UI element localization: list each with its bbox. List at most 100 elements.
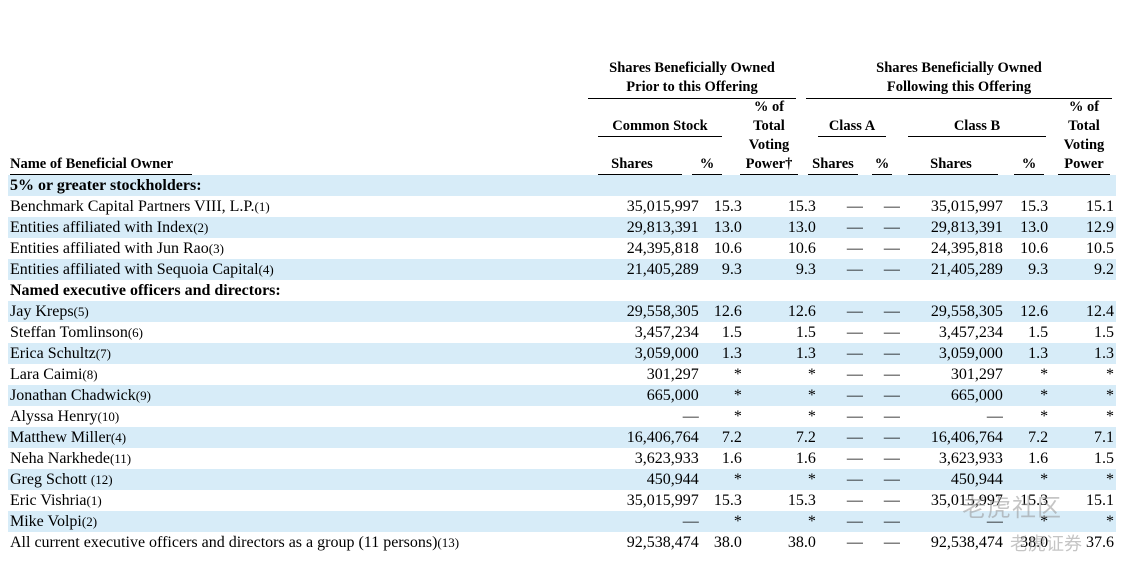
- section-heading: 5% or greater stockholders:: [8, 175, 611, 196]
- cell-class-a-pct: —: [883, 492, 900, 509]
- cell-class-a-shares: —: [832, 301, 878, 322]
- cell-class-a-pct: —: [877, 217, 907, 238]
- watermark-securities: 老虎证券: [1010, 534, 1082, 555]
- section-row: Named executive officers and directors:: [8, 280, 1116, 301]
- underline-class-a: [818, 136, 886, 137]
- cell-gap: [817, 511, 833, 532]
- cell-voting-power-following: 9.2: [1050, 259, 1116, 280]
- table-row: Steffan Tomlinson(6) 3,457,234 1.5 1.5 — — 3,4…: [8, 322, 1116, 343]
- footnote-ref: (4): [110, 430, 127, 445]
- table-row: Jay Kreps(5) 29,558,305 12.6 12.6— —29,558,3…: [8, 301, 1116, 322]
- cell-gap: [818, 280, 832, 301]
- cell-shares-prior: 3,623,933: [634, 450, 699, 467]
- beneficial-ownership-table: 5% or greater stockholders: Benchmark Cap…: [8, 175, 1116, 553]
- cell-shares-prior: 24,395,818: [626, 240, 699, 257]
- cell-gap: [906, 175, 917, 196]
- cell-class-b-shares: 35,015,997: [930, 198, 1003, 215]
- underline-class-b: [908, 136, 1046, 137]
- owner-name-text: Neha Narkhede: [10, 450, 110, 467]
- cell-gap: [906, 301, 917, 322]
- cell-pct-prior: 9.3: [700, 259, 744, 280]
- header-following-line1: Shares Beneficially Owned: [876, 60, 1042, 76]
- cell-class-b-shares: [917, 280, 1005, 301]
- cell-class-a-shares: —: [846, 324, 863, 341]
- cell-gap: [906, 385, 917, 406]
- cell-gap: [818, 196, 832, 217]
- cell-shares-prior: 35,015,997: [626, 492, 699, 509]
- cell-class-a-shares: —: [832, 259, 878, 280]
- cell-class-b-shares: 301,297: [950, 366, 1003, 383]
- cell-voting-power-following: 1.5: [1094, 324, 1114, 341]
- cell-class-b-shares: 3,623,933: [938, 450, 1003, 467]
- tvp-prior-1: % of: [753, 99, 785, 115]
- cell-voting-power-prior: *: [743, 469, 818, 490]
- cell-class-a-pct: —: [877, 511, 907, 532]
- cell-voting-power-following: *: [1050, 469, 1116, 490]
- cell-class-a-shares: —: [846, 534, 863, 551]
- owner-name: Alyssa Henry(10): [8, 406, 610, 427]
- cell-gap: [906, 238, 916, 259]
- tvp-following-3: Voting: [1063, 137, 1105, 153]
- table-row: Matthew Miller(4) 16,406,764 7.2 7.2— —16,40…: [8, 427, 1116, 448]
- cell-class-a-pct: —: [883, 240, 900, 257]
- owner-name-text: Lara Caimi: [10, 366, 83, 383]
- cell-gap: [906, 490, 916, 511]
- owner-name-text: Benchmark Capital Partners VIII, L.P.: [10, 198, 255, 215]
- cell-voting-power-following: 7.1: [1050, 427, 1116, 448]
- footnote-ref: (2): [193, 220, 209, 235]
- cell-class-a-shares: —: [846, 492, 863, 509]
- cell-pct-prior: [700, 175, 744, 196]
- owner-name: Neha Narkhede(11): [8, 448, 610, 469]
- cell-pct-prior: *: [700, 385, 744, 406]
- table-row: Greg Schott (12) 450,944 * * — —450,944 * *: [8, 469, 1116, 490]
- cell-class-a-pct: —: [883, 534, 900, 551]
- owner-name: Entities affiliated with Jun Rao(3): [8, 238, 610, 259]
- owner-name-text: Eric Vishria: [10, 492, 87, 509]
- cell-voting-power-following: [1050, 175, 1116, 196]
- cell-class-b-pct: 13.0: [1004, 217, 1051, 238]
- cell-gap: [817, 301, 833, 322]
- cell-class-a-shares: [832, 280, 877, 301]
- cell-voting-power-following: 12.9: [1050, 217, 1116, 238]
- owner-name-text: Named executive officers and directors:: [10, 282, 281, 299]
- cell-shares-prior: 29,813,391: [610, 217, 701, 238]
- table-row: Erica Schultz(7) 3,059,000 1.3 1.3— —3,059,0…: [8, 343, 1116, 364]
- cell-pct-prior: *: [700, 511, 744, 532]
- cell-gap: [818, 448, 832, 469]
- cell-shares-prior: —: [610, 511, 701, 532]
- owner-name: Greg Schott (12): [8, 469, 611, 490]
- table-body: 5% or greater stockholders: Benchmark Cap…: [8, 175, 1116, 553]
- tvp-prior-4: Power†: [745, 156, 793, 172]
- header-prior-line2: Prior to this Offering: [626, 79, 758, 95]
- cell-shares-prior: [610, 175, 701, 196]
- cell-shares-prior: 301,297: [646, 366, 699, 383]
- owner-name-text: Mike Volpi: [10, 513, 82, 530]
- cell-class-a-pct: —: [883, 450, 900, 467]
- owner-name-text: Entities affiliated with Sequoia Capital: [10, 261, 259, 278]
- cell-pct-prior: *: [733, 408, 742, 425]
- cell-class-b-shares: 665,000: [916, 385, 1005, 406]
- table-row: Entities affiliated with Jun Rao(3) 24,39…: [8, 238, 1116, 259]
- cell-class-b-pct: 1.3: [1004, 343, 1051, 364]
- owner-name: Entities affiliated with Index(2): [8, 217, 611, 238]
- cell-class-a-pct: —: [883, 324, 900, 341]
- cell-shares-prior: 450,944: [610, 469, 701, 490]
- cell-pct-prior: 15.3: [713, 198, 742, 215]
- cell-voting-power-following: [1050, 280, 1116, 301]
- header-prior-offering: Shares Beneficially Owned Prior to this …: [588, 59, 796, 97]
- cell-pct-prior: *: [700, 469, 744, 490]
- owner-name-text: Entities affiliated with Jun Rao: [10, 240, 209, 257]
- owner-name: Jay Kreps(5): [8, 301, 611, 322]
- tvp-following-4: Power: [1064, 156, 1104, 172]
- cell-voting-power-following: *: [1050, 385, 1116, 406]
- cell-voting-power-prior: 1.3: [743, 343, 818, 364]
- cell-class-b-shares: 3,059,000: [916, 343, 1005, 364]
- footnote-ref: (2): [81, 514, 98, 529]
- tvp-following-2: Total: [1068, 118, 1100, 134]
- cell-class-a-shares: —: [832, 343, 878, 364]
- header-pct-prior: %: [699, 156, 715, 172]
- footnote-ref: (7): [95, 346, 111, 361]
- table-row: Jonathan Chadwick(9) 665,000 * * — —665,000 * *: [8, 385, 1116, 406]
- cell-gap: [818, 238, 832, 259]
- watermark-community: 老虎社区: [962, 494, 1062, 522]
